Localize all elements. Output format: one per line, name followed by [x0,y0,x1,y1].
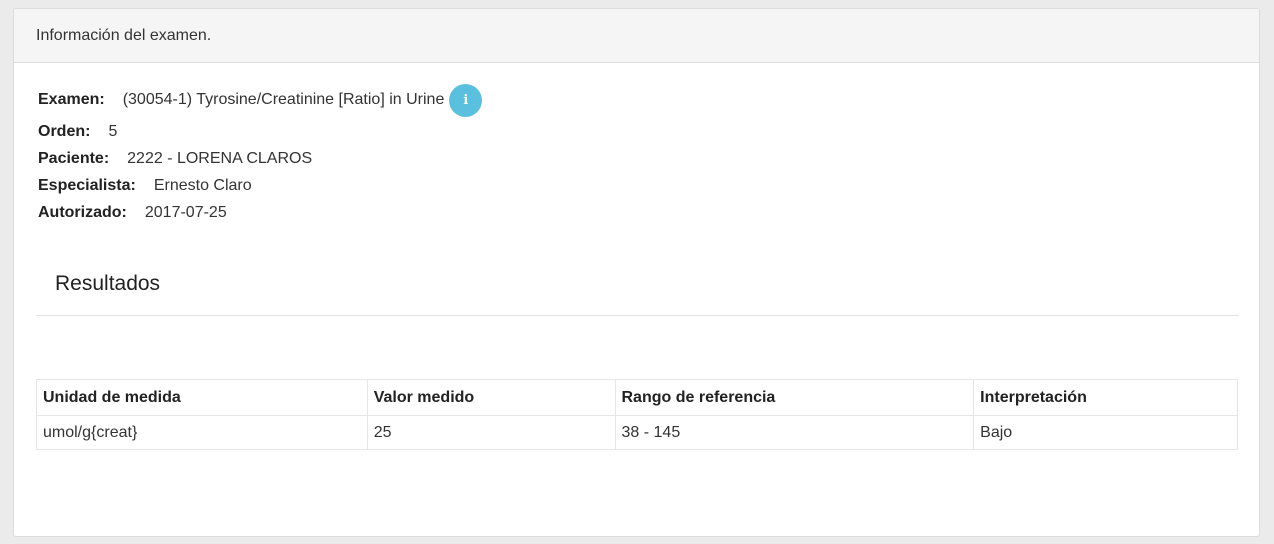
order-row: Orden: 5 [38,118,482,145]
patient-value: 2222 - LORENA CLAROS [127,149,313,167]
authorized-row: Autorizado: 2017-07-25 [38,199,482,226]
patient-label: Paciente: [38,149,110,167]
exam-details: Examen: (30054-1) Tyrosine/Creatinine [R… [38,83,483,226]
exam-value: (30054-1) Tyrosine/Creatinine [Ratio] in… [122,91,445,108]
authorized-value: 2017-07-25 [144,203,227,221]
results-table: Unidad de medida Valor medido Rango de r… [36,379,1238,450]
cell-interpretation: Bajo [973,415,1238,450]
column-header-value: Valor medido [366,379,616,416]
specialist-value: Ernesto Claro [153,176,252,194]
authorized-label: Autorizado: [38,203,127,221]
section-divider [36,315,1239,316]
cell-value: 25 [366,415,616,450]
exam-label: Examen: [38,91,105,108]
specialist-label: Especialista: [38,176,136,194]
cell-unit: umol/g{creat} [36,415,368,450]
specialist-row: Especialista: Ernesto Claro [38,172,482,199]
table-row: umol/g{creat} 25 38 - 145 Bajo [36,415,1238,450]
panel-header: Información del examen. [14,9,1259,63]
order-label: Orden: [38,122,91,140]
exam-info-panel: Información del examen. Examen: (30054-1… [13,8,1260,537]
exam-row: Examen: (30054-1) Tyrosine/Creatinine [R… [38,82,483,118]
cell-range: 38 - 145 [614,415,975,450]
order-value: 5 [108,122,118,140]
results-title: Resultados [55,272,161,295]
column-header-interpretation: Interpretación [973,379,1238,416]
patient-row: Paciente: 2222 - LORENA CLAROS [38,145,482,172]
column-header-range: Rango de referencia [614,379,975,416]
column-header-unit: Unidad de medida [36,379,368,416]
info-icon[interactable]: i [449,83,483,117]
table-header-row: Unidad de medida Valor medido Rango de r… [36,379,1238,416]
